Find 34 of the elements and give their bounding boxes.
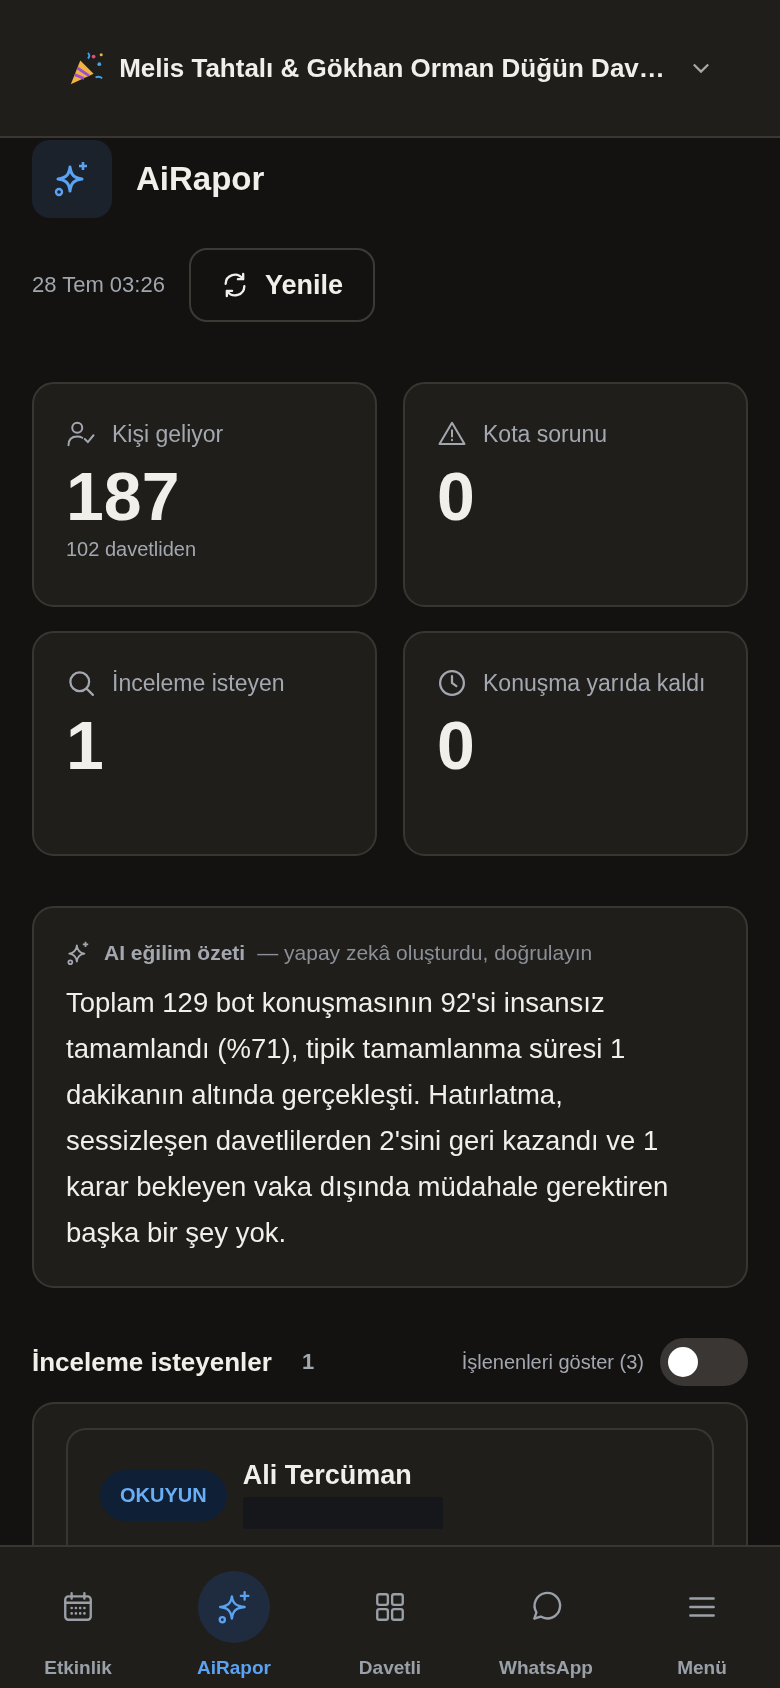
grid-icon	[373, 1590, 407, 1624]
updated-time: 28 Tem 03:26	[32, 272, 165, 298]
event-title[interactable]: Melis Tahtalı & Gökhan Orman Düğün Dav…	[119, 52, 665, 84]
nav-tab[interactable]: WhatsApp	[476, 1571, 616, 1679]
summary-title: AI eğilim özeti	[104, 941, 246, 965]
stat-value: 0	[437, 457, 476, 536]
stat-label: Kota sorunu	[483, 420, 608, 449]
stat-label: Kişi geliyor	[112, 420, 224, 449]
stat-label: Konuşma yarıda kaldı	[483, 669, 706, 698]
guest-name: Ali Tercüman	[242, 1460, 413, 1491]
user-check-icon	[66, 419, 96, 449]
clock-icon	[437, 668, 467, 698]
stat-value: 187	[66, 457, 181, 536]
nav-tab[interactable]: Menü	[632, 1571, 772, 1679]
calendar-icon	[61, 1590, 95, 1624]
stat-note: 102 davetliden	[66, 538, 198, 561]
status-tag: OKUYUN	[100, 1470, 227, 1521]
page-title: AiRapor	[136, 160, 265, 198]
section-title: İnceleme isteyenler	[32, 1346, 272, 1378]
nav-tab[interactable]: Davetli	[320, 1571, 460, 1679]
refresh-button[interactable]: Yenile	[188, 248, 375, 322]
search-icon	[66, 668, 96, 698]
toggle-switch[interactable]	[660, 1338, 748, 1386]
count-label: 1	[301, 1349, 315, 1375]
summary-text: Toplam 129 bot konuşmasının 92'si insansız tamamlandı (%71), tipik tamamlanma süresi 1 dakikanın altında gerçekleşti. Hatırlatma, sessizleşen davetlilerden 2'sini geri kazandı ve 1 karar bekleyen vaka dışında müdahale gerektiren başka bir şey yok.	[66, 986, 670, 1250]
nav-tab[interactable]: Etkinlik	[8, 1571, 148, 1679]
toggle-label: İşlenenleri göster (3)	[461, 1350, 644, 1374]
nav-tab[interactable]: AiRapor	[164, 1571, 304, 1679]
summary-subtitle: — yapay zekâ oluşturdu, doğrulayın	[257, 941, 593, 965]
sparkle-logo-icon	[32, 140, 112, 218]
stat-value: 0	[437, 706, 476, 785]
sparkle-icon	[217, 1590, 251, 1624]
stat-label: İnceleme isteyen	[112, 669, 285, 698]
stat-value: 1	[66, 706, 105, 785]
